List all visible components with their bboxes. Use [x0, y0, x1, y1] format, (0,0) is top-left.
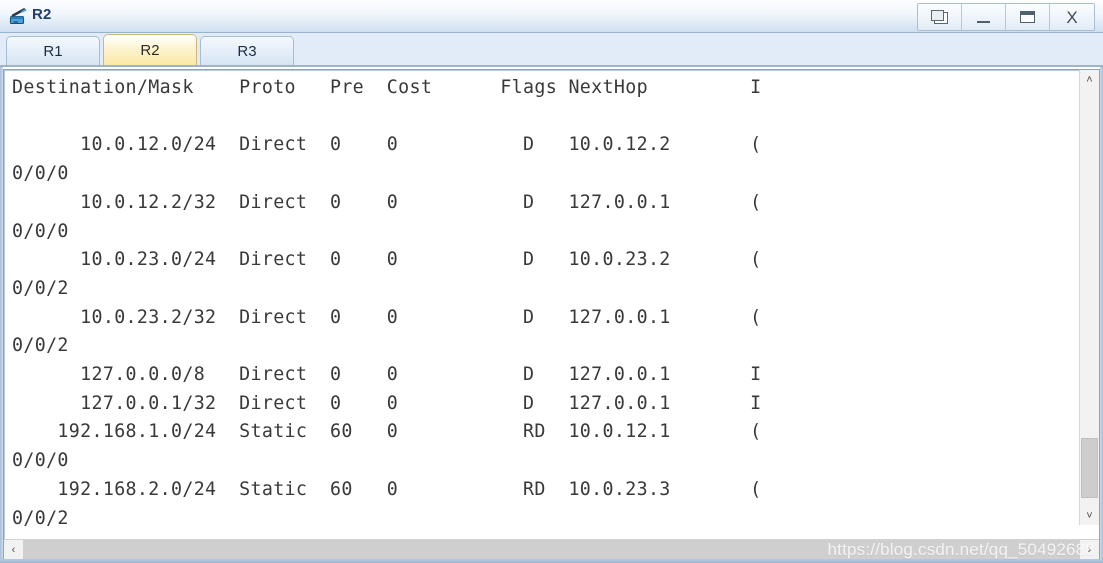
scroll-left-icon[interactable]: ‹ — [4, 540, 23, 559]
restore-icon — [931, 10, 948, 24]
terminal-line: 10.0.23.2/32 Direct 0 0 D 127.0.0.1 ( — [12, 306, 762, 328]
terminal-line: 0/0/0 — [12, 450, 69, 472]
horizontal-scrollbar[interactable]: ‹ › — [4, 539, 1099, 559]
tab-r1[interactable]: R1 — [6, 36, 100, 65]
minimize-icon — [977, 20, 990, 23]
terminal-line: 0/0/2 — [12, 277, 69, 299]
terminal-line: 10.0.12.0/24 Direct 0 0 D 10.0.12.2 ( — [12, 134, 762, 156]
vertical-scrollbar[interactable]: ˄ ˅ — [1079, 70, 1099, 525]
terminal-panel: Destination/Mask Proto Pre Cost Flags Ne… — [3, 69, 1100, 560]
terminal-line: 127.0.0.1/32 Direct 0 0 D 127.0.0.1 I — [12, 392, 762, 414]
window-title: R2 — [32, 6, 52, 23]
restore-button[interactable] — [918, 4, 962, 30]
terminal-line: 0/0/2 — [12, 507, 69, 526]
terminal-line: 0/0/2 — [12, 335, 69, 357]
terminal-line: 192.168.2.0/24 Static 60 0 RD 10.0.23.3 … — [12, 478, 762, 500]
window-frame-bottom — [0, 559, 1103, 563]
tab-r2-label: R2 — [140, 41, 160, 59]
tab-r2[interactable]: R2 — [103, 34, 197, 65]
maximize-button[interactable] — [1006, 4, 1050, 30]
scroll-up-icon[interactable]: ˄ — [1080, 70, 1099, 89]
terminal-line: 0/0/0 — [12, 163, 69, 185]
window-frame-left — [0, 67, 3, 563]
window-controls: X — [917, 3, 1095, 31]
router-icon — [8, 5, 30, 27]
vertical-scrollbar-thumb[interactable] — [1081, 438, 1098, 498]
terminal-line: 10.0.12.2/32 Direct 0 0 D 127.0.0.1 ( — [12, 191, 762, 213]
tab-r3-label: R3 — [237, 42, 257, 60]
close-button[interactable]: X — [1050, 4, 1094, 30]
horizontal-scrollbar-thumb[interactable] — [24, 541, 1077, 558]
tab-r3[interactable]: R3 — [200, 36, 294, 65]
terminal-header-line: Destination/Mask Proto Pre Cost Flags Ne… — [12, 77, 762, 98]
terminal-line: 0/0/0 — [12, 220, 69, 242]
terminal-line: 10.0.23.0/24 Direct 0 0 D 10.0.23.2 ( — [12, 249, 762, 271]
terminal-output[interactable]: Destination/Mask Proto Pre Cost Flags Ne… — [12, 74, 1072, 526]
tab-r1-label: R1 — [43, 42, 63, 60]
terminal-line: 192.168.1.0/24 Static 60 0 RD 10.0.12.1 … — [12, 421, 762, 443]
scroll-down-icon[interactable]: ˅ — [1080, 506, 1099, 525]
scroll-right-icon[interactable]: › — [1080, 540, 1099, 559]
title-bar: R2 X — [0, 0, 1103, 33]
minimize-button[interactable] — [962, 4, 1006, 30]
emulator-window: R2 X R1 R2 R3 Destination/Mask Proto Pre… — [0, 0, 1103, 563]
maximize-icon — [1020, 11, 1035, 23]
terminal-line: 127.0.0.0/8 Direct 0 0 D 127.0.0.1 I — [12, 364, 762, 386]
close-icon: X — [1066, 7, 1078, 27]
tab-strip: R1 R2 R3 — [0, 33, 1103, 67]
